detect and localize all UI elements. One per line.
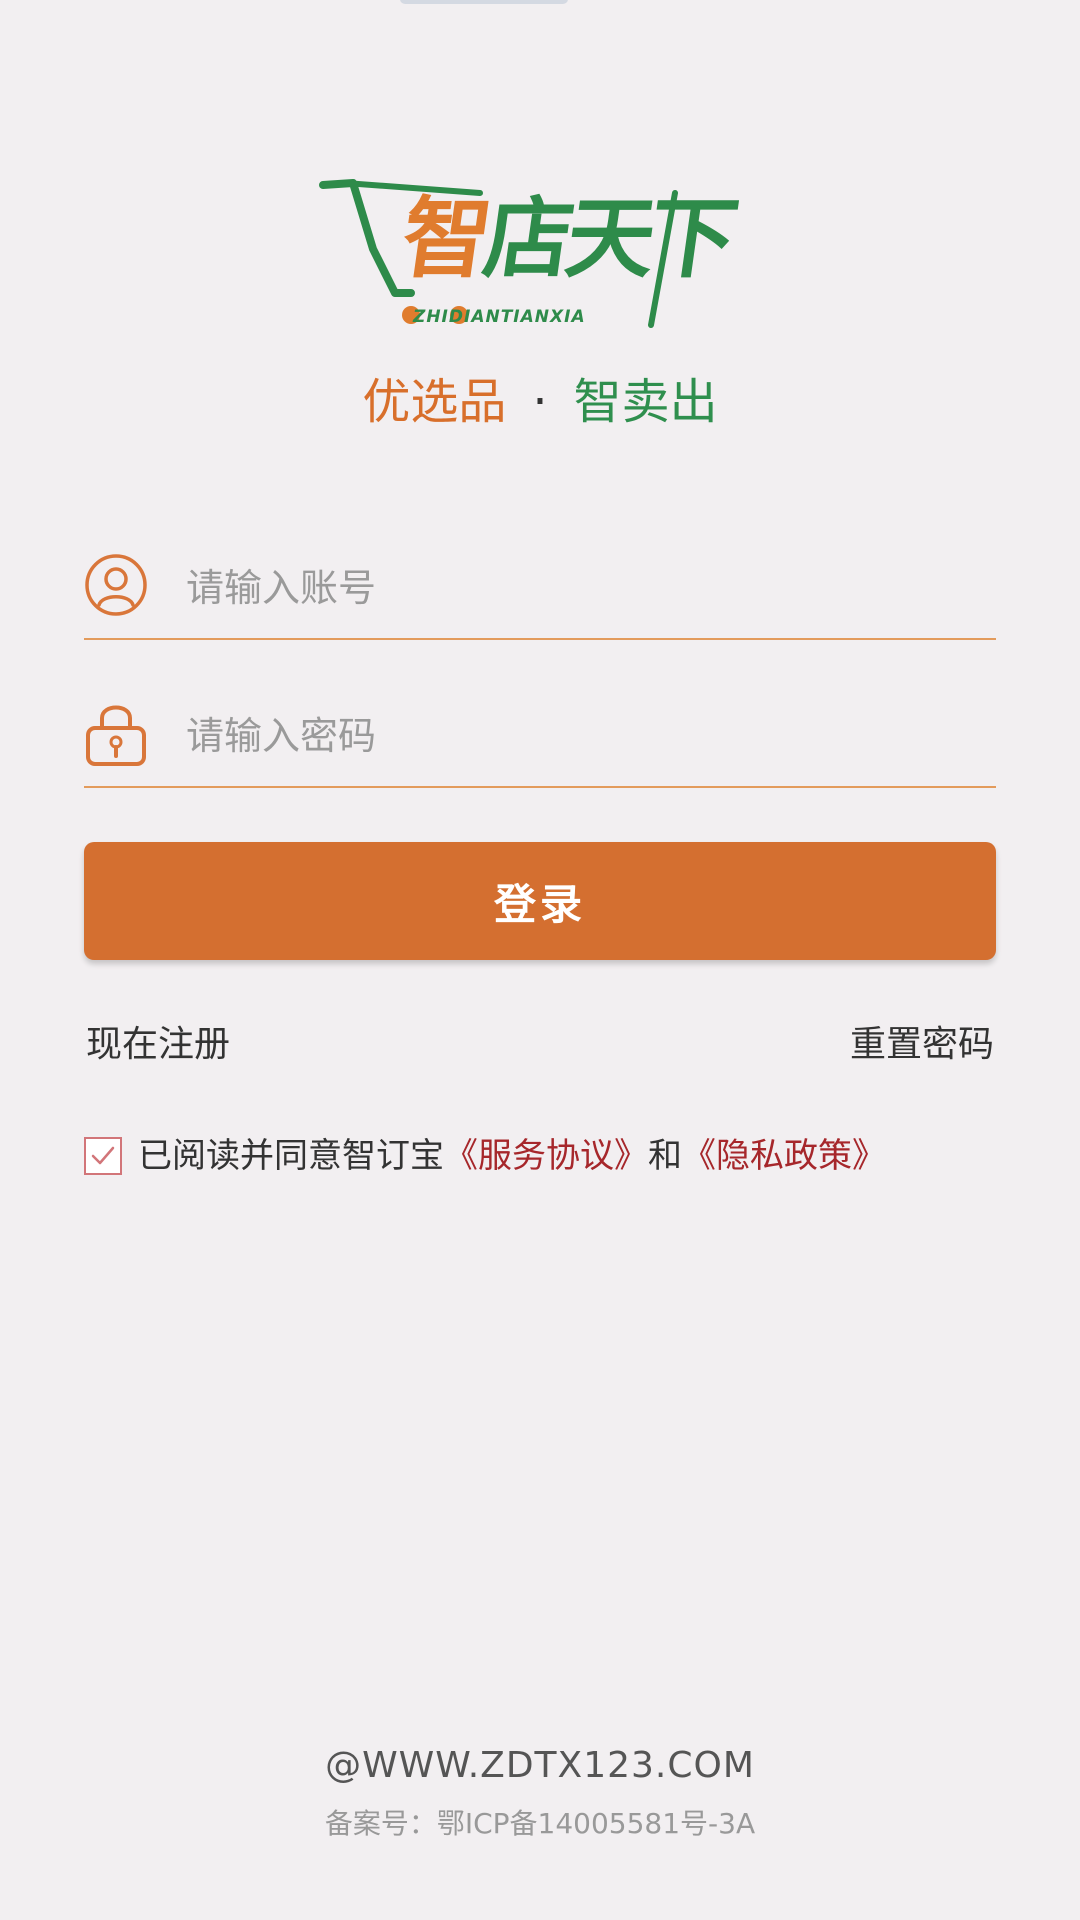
lock-icon (86, 705, 146, 766)
user-icon (85, 554, 147, 616)
password-field (84, 688, 996, 788)
logo-wordmark: 智店天下 (396, 187, 739, 290)
login-page: 智店天下 ZHIDIANTIANXIA 优选品 · 智卖出 登录 现在注册 重置密码 (0, 0, 1080, 1920)
agreement-checkbox[interactable] (84, 1137, 122, 1175)
logo-char-rest: 店天下 (477, 187, 739, 290)
footer-website: @WWW.ZDTX123.COM (325, 1745, 755, 1786)
account-input[interactable] (186, 558, 966, 618)
check-icon (91, 1146, 115, 1165)
slogan: 优选品 · 智卖出 (0, 372, 1080, 432)
logo-char-1: 智 (395, 187, 493, 290)
slogan-right: 智卖出 (573, 374, 718, 430)
privacy-policy-link[interactable]: 《隐私政策》 (682, 1136, 886, 1176)
slogan-separator: · (532, 374, 548, 430)
status-indicator (400, 0, 568, 4)
reset-password-link[interactable]: 重置密码 (850, 1020, 994, 1070)
register-link[interactable]: 现在注册 (86, 1020, 230, 1070)
account-field (84, 540, 996, 640)
agreement-text: 已阅读并同意智订宝《服务协议》和《隐私政策》 (138, 1130, 886, 1182)
agreement-prefix: 已阅读并同意智订宝 (138, 1136, 444, 1176)
service-agreement-link[interactable]: 《服务协议》 (444, 1136, 648, 1176)
password-input[interactable] (186, 706, 966, 766)
app-logo: 智店天下 ZHIDIANTIANXIA (315, 175, 755, 335)
login-button[interactable]: 登录 (84, 842, 996, 960)
agreement-and: 和 (648, 1136, 682, 1176)
slogan-left: 优选品 (362, 374, 507, 430)
footer-icp-number: 备案号：鄂ICP备14005581号-3A (324, 1807, 756, 1840)
agreement-row: 已阅读并同意智订宝《服务协议》和《隐私政策》 (84, 1130, 1014, 1180)
logo-pinyin: ZHIDIANTIANXIA (413, 307, 586, 327)
